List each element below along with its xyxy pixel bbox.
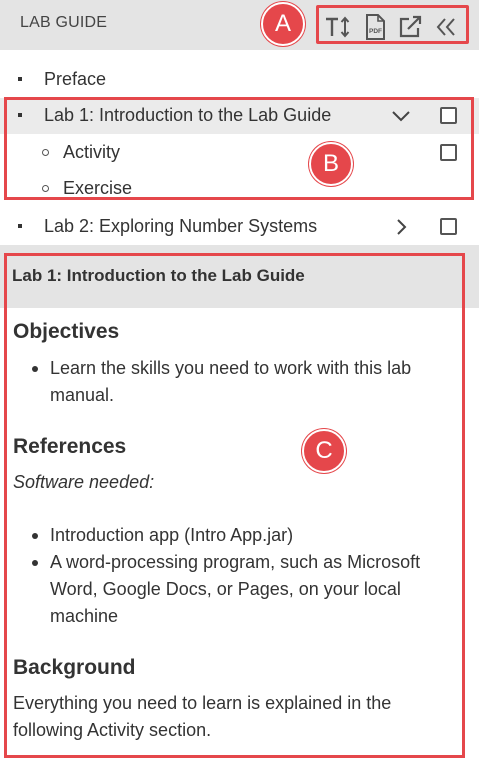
lab-guide-header: LAB GUIDE A PDF [0, 0, 479, 50]
activity-checkbox[interactable] [440, 144, 457, 161]
bullet-icon [32, 533, 38, 539]
toc-item-lab2[interactable]: Lab 2: Exploring Number Systems [0, 209, 479, 245]
toc-item-label: Exercise [63, 178, 133, 198]
callout-c: C [302, 429, 346, 473]
header-title: LAB GUIDE [20, 14, 108, 31]
sub-bullet-icon [42, 185, 49, 192]
references-heading: References [13, 435, 127, 458]
toc-item-label: Lab 1: Introduction to the Lab Guide [44, 105, 332, 125]
list-item: Introduction app (Intro App.jar) [28, 522, 448, 549]
reference-text: Introduction app (Intro App.jar) [50, 525, 294, 545]
chevron-down-icon[interactable] [390, 107, 412, 125]
chevron-right-icon[interactable] [390, 218, 412, 236]
objectives-heading: Objectives [13, 320, 120, 343]
list-item: A word-processing program, such as Micro… [28, 549, 448, 630]
lab-content: Lab 1: Introduction to the Lab Guide Obj… [0, 245, 479, 762]
collapse-icon[interactable] [433, 14, 461, 40]
pdf-icon[interactable]: PDF [361, 14, 389, 40]
toc-item-label: Lab 2: Exploring Number Systems [44, 216, 318, 236]
lab2-checkbox[interactable] [440, 218, 457, 235]
toc-item-exercise[interactable]: Exercise [0, 171, 479, 207]
content-header: Lab 1: Introduction to the Lab Guide [0, 245, 479, 308]
external-link-icon[interactable] [397, 14, 425, 40]
objective-text: Learn the skills you need to work with t… [50, 358, 412, 405]
toc-item-label: Activity [63, 142, 121, 162]
toc-item-lab1[interactable]: Lab 1: Introduction to the Lab Guide [0, 98, 479, 134]
toc-item-label: Preface [44, 69, 107, 89]
background-text: Everything you need to learn is explaine… [13, 693, 392, 740]
list-item: Learn the skills you need to work with t… [28, 355, 448, 409]
callout-a: A [261, 2, 305, 46]
lab1-checkbox[interactable] [440, 107, 457, 124]
bullet-icon [18, 113, 22, 117]
content-heading: Lab 1: Introduction to the Lab Guide [12, 266, 305, 285]
bullet-icon [32, 560, 38, 566]
toolbar: PDF [316, 5, 469, 44]
bullet-icon [18, 77, 22, 81]
sub-bullet-icon [42, 149, 49, 156]
software-needed-text: Software needed: [13, 472, 155, 492]
callout-b: B [309, 142, 353, 186]
reference-text: A word-processing program, such as Micro… [50, 552, 421, 626]
text-size-icon[interactable] [324, 14, 352, 40]
background-heading: Background [13, 656, 136, 679]
toc-item-activity[interactable]: Activity [0, 135, 479, 171]
toc-item-preface[interactable]: Preface [0, 62, 479, 98]
bullet-icon [32, 366, 38, 372]
pdf-icon-label: PDF [369, 28, 382, 35]
bullet-icon [18, 224, 22, 228]
